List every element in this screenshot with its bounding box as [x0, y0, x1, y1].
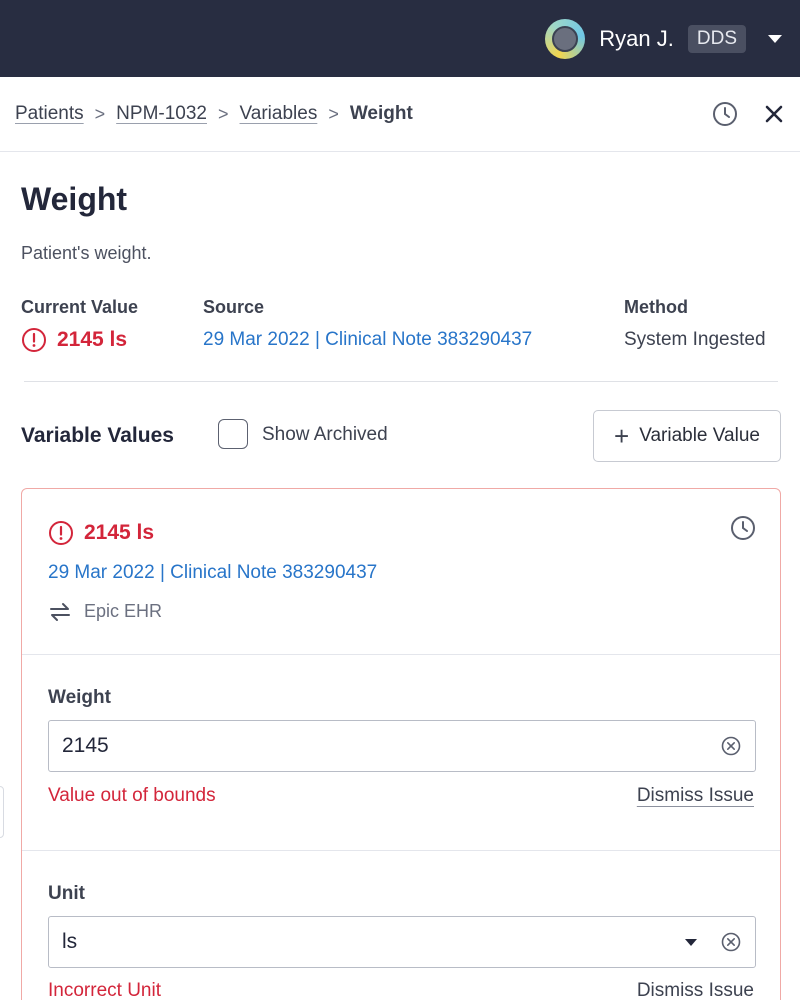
weight-field-label: Weight [48, 687, 111, 708]
card-value-text: 2145 ls [84, 521, 155, 544]
variable-values-title: Variable Values [21, 424, 174, 447]
user-role-badge: DDS [687, 24, 746, 53]
card-value: 2145 ls [48, 520, 154, 546]
clear-circle-icon[interactable] [721, 736, 741, 762]
breadcrumb-separator: > [94, 103, 106, 124]
avatar-image [552, 25, 579, 52]
weight-input[interactable]: 2145 [48, 720, 756, 772]
current-value-text: 2145 ls [57, 328, 128, 351]
weight-error-message: Value out of bounds [48, 785, 216, 806]
breadcrumb-current: Weight [349, 103, 413, 124]
show-archived-checkbox[interactable] [218, 419, 248, 449]
breadcrumb-variables[interactable]: Variables [240, 103, 318, 125]
source-label: Source [203, 297, 265, 317]
card-header: 2145 ls 29 Mar 2022 | Clinical Note 3832… [22, 489, 780, 655]
method-label: Method [624, 297, 688, 317]
history-icon[interactable] [730, 515, 756, 541]
breadcrumb-separator: > [328, 103, 339, 124]
unit-dismiss-issue-link[interactable]: Dismiss Issue [637, 980, 754, 1000]
top-bar: Ryan J. DDS [0, 0, 800, 77]
method-value: System Ingested [624, 329, 766, 350]
side-panel-handle[interactable] [0, 786, 4, 838]
page-title: Weight [21, 181, 128, 217]
close-icon[interactable] [764, 104, 784, 124]
unit-field-section: Unit ls Incorrect Unit Dismiss Issue [22, 851, 780, 1000]
breadcrumb-patient-id[interactable]: NPM-1032 [116, 103, 207, 125]
variable-value-card: 2145 ls 29 Mar 2022 | Clinical Note 3832… [21, 488, 781, 1000]
current-value-label: Current Value [21, 297, 139, 317]
card-source-link[interactable]: 29 Mar 2022 | Clinical Note 383290437 [48, 562, 377, 584]
history-icon[interactable] [712, 101, 738, 127]
clear-circle-icon[interactable] [721, 932, 741, 958]
chevron-down-icon[interactable] [768, 34, 782, 43]
add-variable-value-button[interactable]: + Variable Value [593, 410, 781, 462]
error-circle-icon [48, 520, 74, 546]
card-origin-text: Epic EHR [84, 601, 163, 621]
card-origin: Epic EHR [48, 601, 162, 622]
show-archived-label[interactable]: Show Archived [262, 424, 388, 446]
plus-icon: + [614, 421, 630, 451]
weight-input-value: 2145 [62, 734, 109, 757]
variable-description: Patient's weight. [21, 243, 152, 263]
source-link[interactable]: 29 Mar 2022 | Clinical Note 383290437 [203, 329, 532, 351]
error-circle-icon [21, 327, 47, 353]
unit-field-label: Unit [48, 883, 85, 904]
sync-arrows-icon [48, 602, 72, 622]
weight-dismiss-issue-link[interactable]: Dismiss Issue [637, 785, 754, 807]
unit-error-message: Incorrect Unit [48, 980, 161, 1000]
unit-select[interactable]: ls [48, 916, 756, 968]
weight-field-section: Weight 2145 Value out of bounds Dismiss … [22, 655, 780, 851]
add-variable-value-label: Variable Value [639, 425, 760, 446]
divider [24, 381, 778, 382]
current-value: 2145 ls [21, 327, 127, 353]
breadcrumb-separator: > [218, 103, 229, 124]
breadcrumb: Patients > NPM-1032 > Variables > Weight [0, 77, 800, 152]
breadcrumb-patients[interactable]: Patients [15, 103, 84, 125]
user-name[interactable]: Ryan J. [599, 26, 674, 52]
avatar[interactable] [545, 18, 586, 59]
unit-select-value: ls [62, 930, 78, 953]
caret-down-icon[interactable] [685, 939, 697, 946]
